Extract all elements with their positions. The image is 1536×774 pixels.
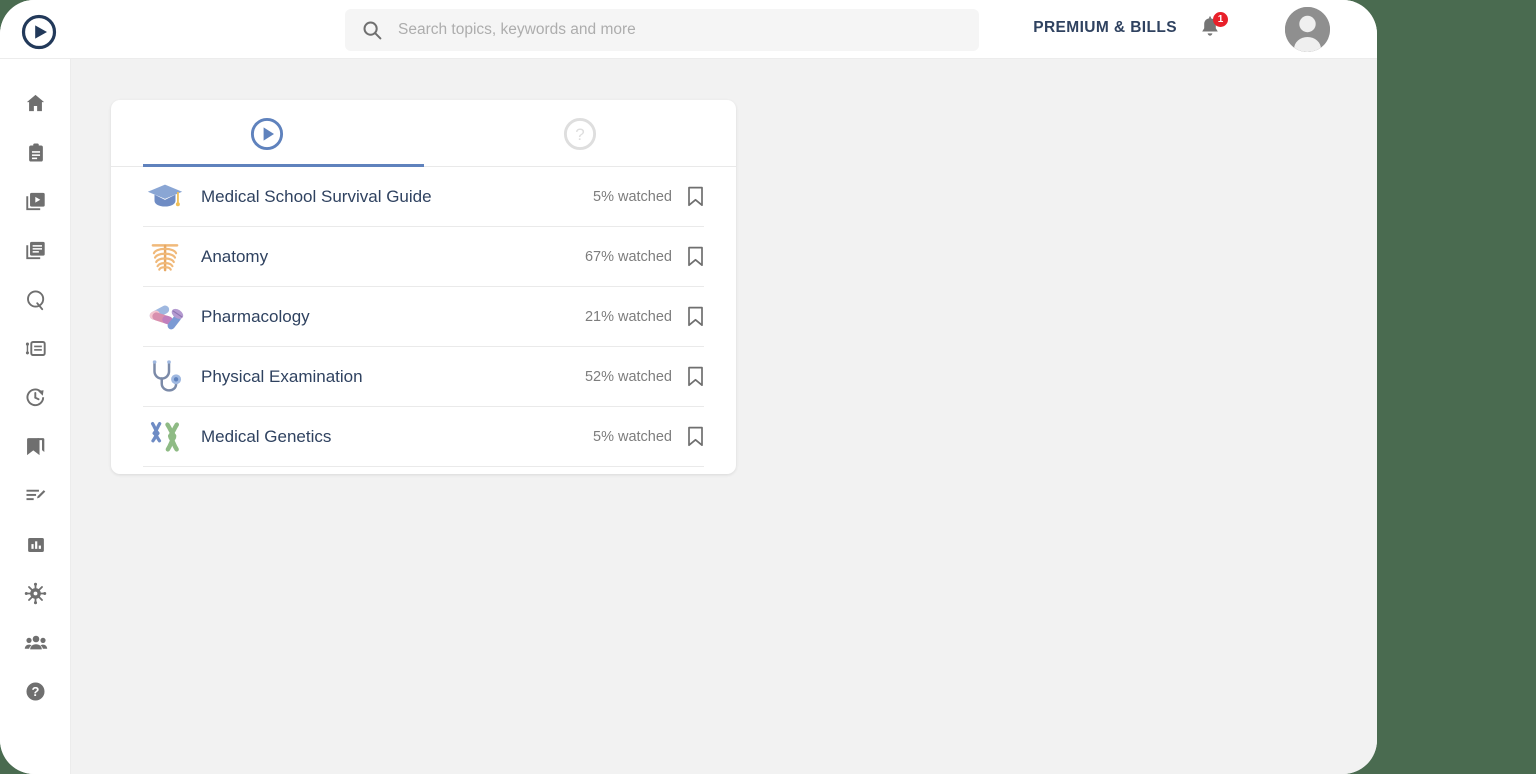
play-circle-logo[interactable] bbox=[20, 13, 58, 51]
virus-icon bbox=[24, 582, 47, 605]
people-icon bbox=[24, 631, 48, 655]
bookmark-outline-icon[interactable] bbox=[687, 366, 704, 387]
svg-text:?: ? bbox=[32, 684, 40, 699]
avatar[interactable] bbox=[1285, 7, 1330, 52]
course-watched-label: 67% watched bbox=[584, 248, 672, 265]
course-row[interactable]: Medical School Survival Guide 5% watched bbox=[143, 167, 704, 227]
main-content: ? Medical School Survival Guide 5% watch… bbox=[71, 59, 1377, 774]
course-title: Anatomy bbox=[201, 246, 269, 266]
search-icon bbox=[362, 20, 382, 40]
clock-history-icon bbox=[24, 386, 47, 409]
bookmark-stack-icon bbox=[24, 435, 47, 458]
course-watched-label: 5% watched bbox=[593, 428, 672, 445]
bar-chart-icon bbox=[25, 534, 47, 556]
course-title: Pharmacology bbox=[201, 306, 310, 326]
stethoscope-icon bbox=[143, 355, 187, 399]
sidebar-item-videos[interactable] bbox=[0, 177, 71, 226]
list-card-icon bbox=[24, 337, 47, 360]
course-progress-track bbox=[143, 464, 704, 467]
graduation-cap-icon bbox=[143, 175, 187, 219]
ribcage-icon bbox=[143, 235, 187, 279]
course-title: Medical Genetics bbox=[201, 426, 332, 446]
help-circle-icon: ? bbox=[24, 680, 47, 703]
premium-and-bills-link[interactable]: PREMIUM & BILLS bbox=[1033, 19, 1177, 37]
notifications-button[interactable]: 1 bbox=[1199, 12, 1228, 44]
course-row[interactable]: Medical Genetics 5% watched bbox=[143, 407, 704, 467]
sidebar-item-notes[interactable] bbox=[0, 471, 71, 520]
sidebar-item-bookmarks[interactable] bbox=[0, 422, 71, 471]
course-title: Medical School Survival Guide bbox=[201, 186, 432, 206]
search-input[interactable] bbox=[398, 21, 918, 39]
sidebar-item-study-plan[interactable] bbox=[0, 128, 71, 177]
course-row[interactable]: Anatomy 67% watched bbox=[143, 227, 704, 287]
home-icon bbox=[24, 92, 47, 115]
course-title: Physical Examination bbox=[201, 366, 363, 386]
sidebar-item-history[interactable] bbox=[0, 373, 71, 422]
bookmark-outline-icon[interactable] bbox=[687, 426, 704, 447]
bookmark-outline-icon[interactable] bbox=[687, 186, 704, 207]
pills-icon bbox=[143, 295, 187, 339]
sidebar-item-statistics[interactable] bbox=[0, 520, 71, 569]
top-header: PREMIUM & BILLS 1 bbox=[0, 0, 1377, 59]
tab-questions[interactable]: ? bbox=[424, 100, 737, 166]
course-row[interactable]: Pharmacology 21% watched bbox=[143, 287, 704, 347]
course-watched-label: 52% watched bbox=[584, 368, 672, 385]
course-progress-card: ? Medical School Survival Guide 5% watch… bbox=[111, 100, 736, 474]
clipboard-icon bbox=[25, 142, 47, 164]
course-watched-label: 21% watched bbox=[584, 308, 672, 325]
course-row[interactable]: Physical Examination 52% watched bbox=[143, 347, 704, 407]
sidebar-item-articles[interactable] bbox=[0, 226, 71, 275]
video-library-icon bbox=[24, 190, 47, 213]
sidebar-item-community[interactable] bbox=[0, 618, 71, 667]
sidebar-item-help[interactable]: ? bbox=[0, 667, 71, 716]
sidebar-item-flashcards[interactable] bbox=[0, 324, 71, 373]
bookmark-outline-icon[interactable] bbox=[687, 306, 704, 327]
sidebar: ? bbox=[0, 59, 71, 774]
course-watched-label: 5% watched bbox=[593, 188, 672, 205]
notification-count-badge: 1 bbox=[1213, 12, 1228, 27]
question-circle-icon: ? bbox=[562, 116, 598, 157]
q-letter-icon bbox=[24, 288, 48, 312]
sidebar-item-qbank[interactable] bbox=[0, 275, 71, 324]
bookmark-outline-icon[interactable] bbox=[687, 246, 704, 267]
app-window: PREMIUM & BILLS 1 bbox=[0, 0, 1377, 774]
svg-text:?: ? bbox=[575, 125, 584, 144]
sidebar-item-microbiology[interactable] bbox=[0, 569, 71, 618]
tab-videos[interactable] bbox=[111, 100, 424, 166]
search-bar[interactable] bbox=[345, 9, 979, 51]
sidebar-item-home[interactable] bbox=[0, 79, 71, 128]
card-tabs: ? bbox=[111, 100, 736, 167]
play-circle-icon bbox=[249, 116, 285, 157]
chromosome-icon bbox=[143, 415, 187, 459]
notes-edit-icon bbox=[24, 484, 47, 507]
documents-icon bbox=[24, 239, 47, 262]
